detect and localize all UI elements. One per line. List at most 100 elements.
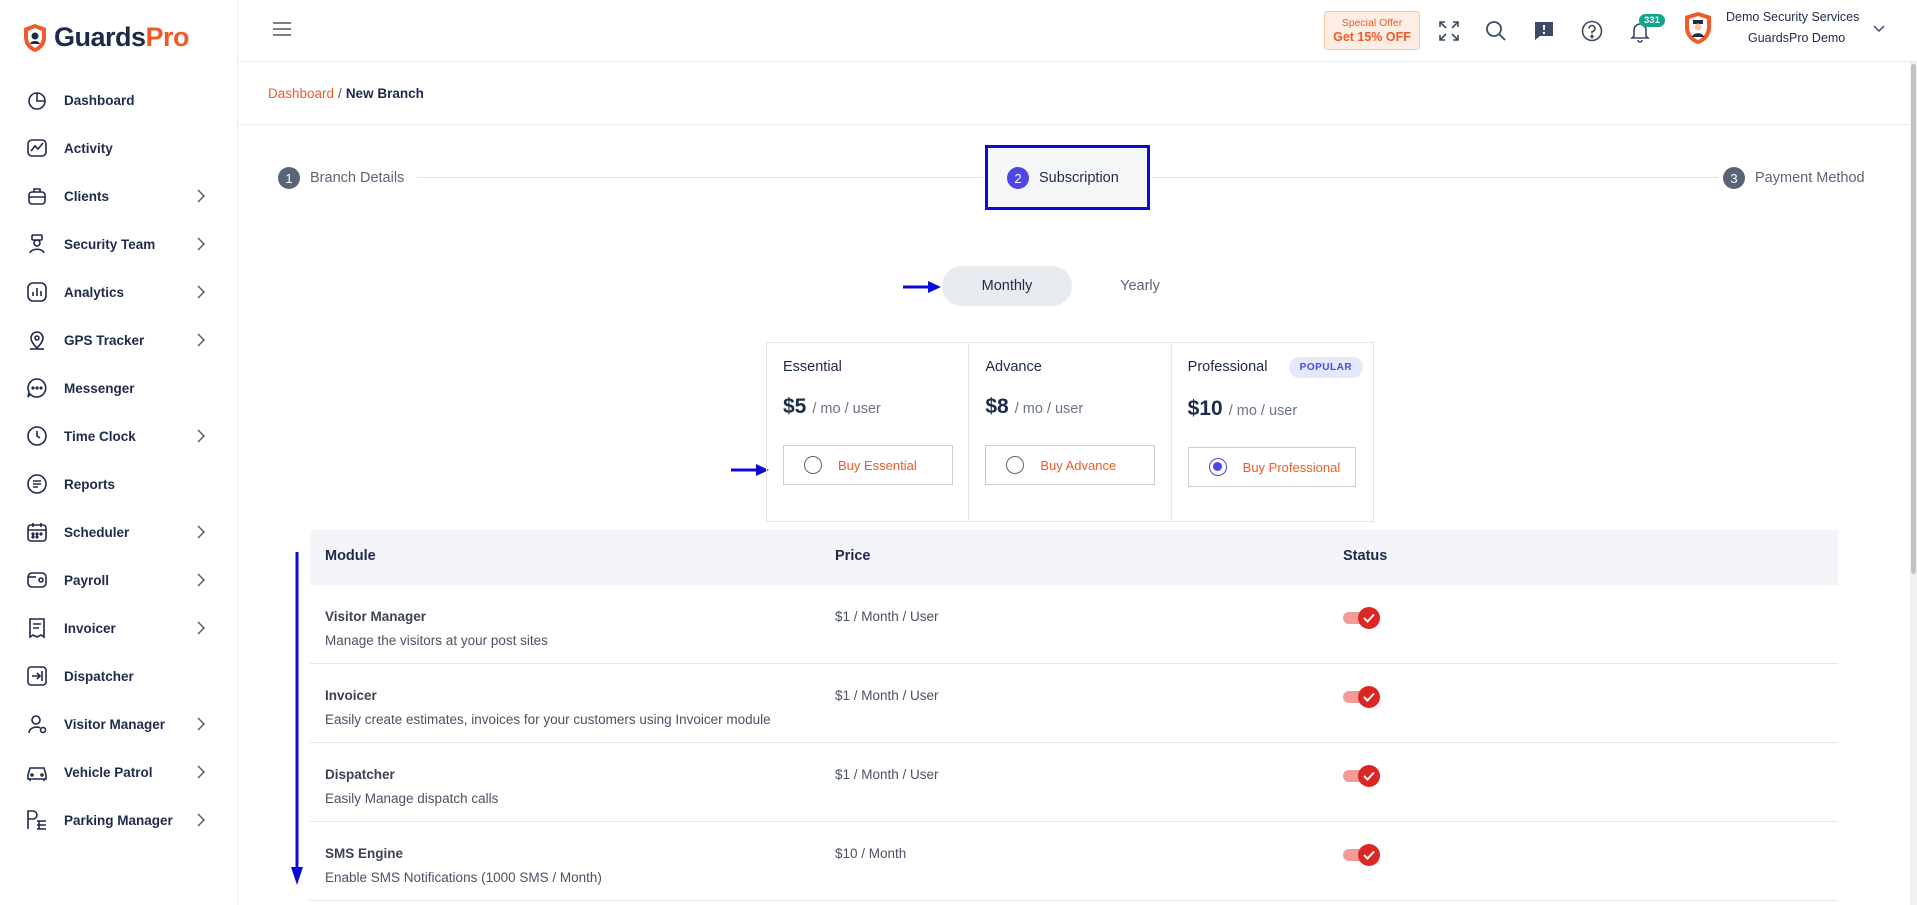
sidebar-item-time-clock[interactable]: Time Clock: [0, 412, 238, 460]
step-label: Subscription: [1039, 170, 1119, 186]
buy-essential-button[interactable]: Buy Essential: [783, 445, 953, 485]
sidebar-item-reports[interactable]: Reports: [0, 460, 238, 508]
chevron-right-icon: [197, 285, 205, 299]
plan-radio-selected[interactable]: [1208, 458, 1227, 476]
stepper-line: [417, 177, 983, 178]
breadcrumb: Dashboard / New Branch: [268, 86, 424, 101]
plan-price-unit: / mo / user: [1228, 403, 1298, 419]
sidebar-item-invoicer[interactable]: Invoicer: [0, 604, 238, 652]
calendar-icon: [26, 521, 48, 543]
chevron-right-icon: [197, 813, 205, 827]
sidebar-item-label: Time Clock: [64, 428, 136, 444]
annotation-arrow-down: [291, 552, 303, 885]
annotation-arrow-right: [731, 464, 769, 476]
step-payment-method[interactable]: 3 Payment Method: [1723, 167, 1865, 189]
stepper-line: [1152, 177, 1718, 178]
dispatcher-icon: [26, 665, 48, 687]
table-row: SMS Engine Enable SMS Notifications (100…: [310, 822, 1838, 901]
user-organization[interactable]: GuardsPro Demo: [1748, 31, 1845, 45]
plan-advance: Advance $8 / mo / user Buy Advance: [969, 343, 1172, 521]
brand-logo[interactable]: GuardsPro: [22, 22, 190, 53]
sidebar-nav: Dashboard Activity Clients Security Team…: [0, 76, 238, 844]
sidebar-item-vehicle-patrol[interactable]: Vehicle Patrol: [0, 748, 238, 796]
column-header-status[interactable]: Status: [1343, 548, 1387, 564]
notification-count-badge: 331: [1639, 14, 1665, 27]
topbar: Special Offer Get 15% OFF 331 Demo Secur…: [238, 0, 1917, 62]
sidebar-item-label: Scheduler: [64, 524, 130, 540]
plan-price: $5 / mo / user: [783, 395, 881, 419]
help-icon[interactable]: [1580, 19, 1604, 43]
module-name: Invoicer: [325, 688, 377, 703]
sidebar-item-security-team[interactable]: Security Team: [0, 220, 238, 268]
module-status-toggle[interactable]: [1343, 607, 1381, 629]
analytics-icon: [26, 281, 48, 303]
sidebar-item-label: Clients: [64, 188, 110, 204]
sidebar-item-label: Dashboard: [64, 92, 135, 108]
step-branch-details[interactable]: 1 Branch Details: [278, 167, 404, 189]
sidebar-item-label: Analytics: [64, 284, 125, 300]
scrollbar-thumb[interactable]: [1911, 64, 1916, 574]
module-description: Manage the visitors at your post sites: [325, 633, 548, 648]
sidebar-item-analytics[interactable]: Analytics: [0, 268, 238, 316]
brand-name: GuardsPro: [54, 22, 190, 52]
avatar[interactable]: [1683, 11, 1713, 45]
plan-radio[interactable]: [804, 456, 822, 474]
module-status-toggle[interactable]: [1343, 844, 1381, 866]
step-number: 1: [278, 167, 300, 189]
column-header-module[interactable]: Module: [325, 548, 376, 564]
chevron-right-icon: [197, 333, 205, 347]
breadcrumb-bar: Dashboard / New Branch: [238, 62, 1910, 125]
buy-advance-button[interactable]: Buy Advance: [985, 445, 1156, 485]
sidebar-item-gps-tracker[interactable]: GPS Tracker: [0, 316, 238, 364]
table-row: Dispatcher Easily Manage dispatch calls …: [310, 743, 1838, 822]
sidebar-item-visitor-manager[interactable]: Visitor Manager: [0, 700, 238, 748]
table-header: Module Price Status: [310, 530, 1838, 585]
sidebar-item-dispatcher[interactable]: Dispatcher: [0, 652, 238, 700]
sidebar-item-dashboard[interactable]: Dashboard: [0, 76, 238, 124]
offer-title: Special Offer: [1341, 17, 1403, 29]
table-row: Invoicer Easily create estimates, invoic…: [310, 664, 1838, 743]
breadcrumb-separator: /: [338, 86, 342, 101]
feedback-icon[interactable]: [1532, 19, 1556, 43]
breadcrumb-current: New Branch: [345, 86, 424, 101]
billing-yearly-toggle[interactable]: Yearly: [1092, 266, 1188, 306]
sidebar-item-payroll[interactable]: Payroll: [0, 556, 238, 604]
module-price: $10 / Month: [835, 846, 907, 861]
sidebar-item-messenger[interactable]: Messenger: [0, 364, 238, 412]
fullscreen-icon[interactable]: [1437, 19, 1461, 43]
sidebar-item-activity[interactable]: Activity: [0, 124, 238, 172]
breadcrumb-dashboard-link[interactable]: Dashboard: [268, 86, 334, 101]
plan-radio[interactable]: [1006, 456, 1025, 474]
plan-price-unit: / mo / user: [1014, 401, 1084, 417]
plan-price-unit: / mo / user: [812, 401, 881, 417]
search-icon[interactable]: [1484, 19, 1508, 43]
module-status-toggle[interactable]: [1343, 686, 1381, 708]
messenger-icon: [26, 377, 48, 399]
shield-logo-icon: [24, 23, 46, 52]
module-name: Dispatcher: [325, 767, 395, 782]
sidebar-item-clients[interactable]: Clients: [0, 172, 238, 220]
chevron-down-icon[interactable]: [1873, 24, 1885, 34]
special-offer-button[interactable]: Special Offer Get 15% OFF: [1324, 11, 1420, 50]
chevron-right-icon: [197, 525, 205, 539]
chevron-right-icon: [197, 717, 205, 731]
billing-monthly-toggle[interactable]: Monthly: [942, 266, 1072, 306]
check-icon: [1358, 765, 1380, 787]
sidebar-item-scheduler[interactable]: Scheduler: [0, 508, 238, 556]
plan-price-value: $8: [985, 395, 1009, 418]
sidebar-item-label: Security Team: [64, 236, 156, 252]
step-subscription[interactable]: 2 Subscription: [1007, 167, 1119, 189]
sidebar-item-parking-manager[interactable]: Parking Manager: [0, 796, 238, 844]
user-name[interactable]: Demo Security Services: [1726, 10, 1859, 24]
module-status-toggle[interactable]: [1343, 765, 1381, 787]
plan-essential: Essential $5 / mo / user Buy Essential: [767, 343, 970, 521]
modules-table: Module Price Status Visitor Manager Mana…: [310, 530, 1838, 901]
chevron-right-icon: [197, 573, 205, 587]
module-name: SMS Engine: [325, 846, 404, 861]
column-header-price[interactable]: Price: [835, 548, 870, 564]
table-row: Visitor Manager Manage the visitors at y…: [310, 585, 1838, 664]
buy-professional-button[interactable]: Buy Professional: [1187, 447, 1356, 487]
clock-icon: [26, 425, 48, 447]
hamburger-menu-icon[interactable]: [272, 21, 292, 37]
module-description: Enable SMS Notifications (1000 SMS / Mon…: [325, 870, 602, 885]
